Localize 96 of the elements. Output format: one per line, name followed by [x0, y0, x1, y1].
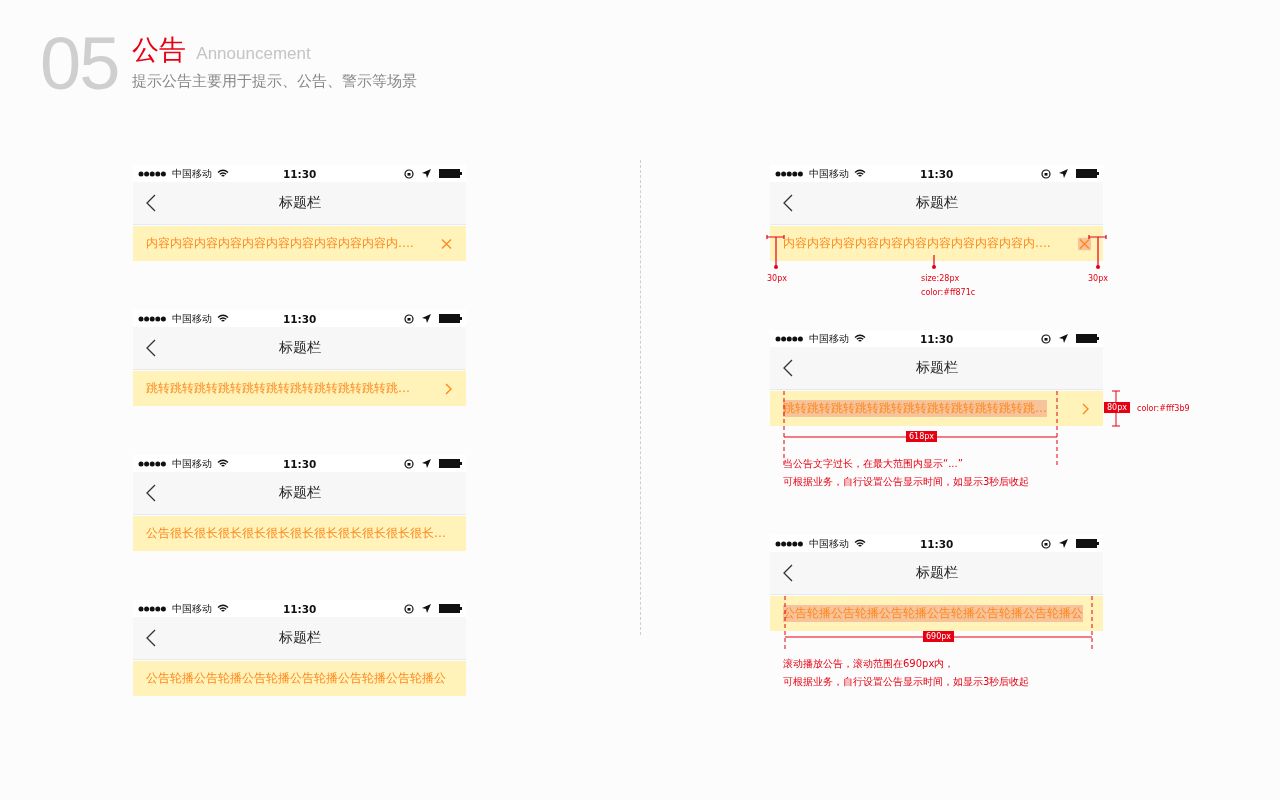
notice-text: 内容内容内容内容内容内容内容内容内容内容内.... [783, 235, 1051, 252]
section-title: 公告 [132, 34, 187, 66]
nav-title: 标题栏 [914, 194, 959, 212]
location-arrow-icon [422, 169, 431, 178]
notice-bar[interactable]: 公告轮播公告轮播公告轮播公告轮播公告轮播公告轮播公 [770, 596, 1103, 631]
notice-text: 跳转跳转跳转跳转跳转跳转跳转跳转跳转跳转跳... [783, 400, 1047, 417]
back-icon[interactable] [783, 564, 793, 582]
status-time: 11:30 [283, 312, 317, 325]
nav-title: 标题栏 [277, 194, 322, 212]
notice-text: 内容内容内容内容内容内容内容内容内容内容内.... [146, 235, 414, 252]
location-arrow-icon [1059, 539, 1068, 548]
status-time: 11:30 [920, 167, 954, 180]
wifi-icon [854, 539, 866, 548]
rotation-lock-icon [1041, 538, 1051, 549]
color-label: color:#ff871c [921, 288, 976, 297]
close-icon[interactable] [1078, 237, 1091, 250]
notice-bar[interactable]: 公告轮播公告轮播公告轮播公告轮播公告轮播公告轮播公 [133, 661, 466, 696]
spacing-label: 30px [767, 274, 787, 283]
battery-icon [439, 314, 462, 323]
width-badge: 618px [906, 431, 938, 442]
signal-icon [775, 170, 803, 177]
signal-icon [138, 460, 166, 467]
back-icon[interactable] [783, 359, 793, 377]
section-subtitle: Announcement [196, 44, 311, 64]
font-size-label: size:28px [921, 274, 960, 283]
battery-icon [1076, 539, 1099, 548]
leader-line [931, 255, 937, 270]
carrier-name: 中国移动 [172, 456, 212, 471]
nav-title: 标题栏 [914, 359, 959, 377]
status-time: 11:30 [920, 332, 954, 345]
battery-icon [1076, 334, 1099, 343]
notice-text: 跳转跳转跳转跳转跳转跳转跳转跳转跳转跳转跳... [146, 380, 410, 397]
location-arrow-icon [422, 314, 431, 323]
location-arrow-icon [1059, 169, 1068, 178]
rotation-lock-icon [404, 603, 414, 614]
carrier-name: 中国移动 [809, 166, 849, 181]
wifi-icon [217, 604, 229, 613]
wifi-icon [217, 459, 229, 468]
signal-icon [138, 170, 166, 177]
wifi-icon [854, 334, 866, 343]
notice-text: 公告很长很长很长很长很长很长很长很长很长很长很长... [146, 525, 446, 542]
wifi-icon [217, 314, 229, 323]
signal-icon [775, 335, 803, 342]
signal-icon [138, 605, 166, 612]
height-badge: 80px [1104, 402, 1130, 413]
status-time: 11:30 [283, 602, 317, 615]
wifi-icon [217, 169, 229, 178]
spacing-label: 30px [1088, 274, 1108, 283]
rotation-lock-icon [1041, 333, 1051, 344]
back-icon[interactable] [146, 194, 156, 212]
back-icon[interactable] [783, 194, 793, 212]
carrier-name: 中国移动 [809, 536, 849, 551]
carrier-name: 中国移动 [172, 311, 212, 326]
carrier-name: 中国移动 [172, 166, 212, 181]
location-arrow-icon [1059, 334, 1068, 343]
rotation-lock-icon [404, 168, 414, 179]
section-description: 提示公告主要用于提示、公告、警示等场景 [132, 72, 418, 91]
rotation-lock-icon [404, 313, 414, 324]
signal-icon [138, 315, 166, 322]
nav-title: 标题栏 [277, 629, 322, 647]
location-arrow-icon [422, 459, 431, 468]
notice-bar[interactable]: 公告很长很长很长很长很长很长很长很长很长很长很长... [133, 516, 466, 551]
spacing-marker [767, 235, 785, 270]
nav-title: 标题栏 [277, 484, 322, 502]
annotation-note: 滚动播放公告，滚动范围在690px内， [783, 657, 956, 671]
notice-bar[interactable]: 跳转跳转跳转跳转跳转跳转跳转跳转跳转跳转跳... [133, 371, 466, 406]
spacing-marker [1088, 235, 1106, 270]
battery-icon [439, 604, 462, 613]
wifi-icon [854, 169, 866, 178]
status-time: 11:30 [283, 167, 317, 180]
status-time: 11:30 [920, 537, 954, 550]
notice-text: 公告轮播公告轮播公告轮播公告轮播公告轮播公告轮播公 [146, 670, 446, 687]
status-time: 11:30 [283, 457, 317, 470]
rotation-lock-icon [404, 458, 414, 469]
notice-text: 公告轮播公告轮播公告轮播公告轮播公告轮播公告轮播公 [783, 605, 1083, 622]
notice-bar[interactable]: 内容内容内容内容内容内容内容内容内容内容内.... [133, 226, 466, 261]
battery-icon [439, 459, 462, 468]
carrier-name: 中国移动 [172, 601, 212, 616]
notice-bar[interactable]: 跳转跳转跳转跳转跳转跳转跳转跳转跳转跳转跳... [770, 391, 1103, 426]
back-icon[interactable] [146, 484, 156, 502]
nav-title: 标题栏 [277, 339, 322, 357]
annotation-note: 可根据业务，自行设置公告显示时间，如显示3秒后收起 [783, 675, 1030, 689]
location-arrow-icon [422, 604, 431, 613]
signal-icon [775, 540, 803, 547]
back-icon[interactable] [146, 629, 156, 647]
annotation-note: 可根据业务，自行设置公告显示时间，如显示3秒后收起 [783, 475, 1030, 489]
carrier-name: 中国移动 [809, 331, 849, 346]
battery-icon [439, 169, 462, 178]
back-icon[interactable] [146, 339, 156, 357]
notice-bar[interactable]: 内容内容内容内容内容内容内容内容内容内容内.... [770, 226, 1103, 261]
color-label: color:#fff3b9 [1137, 404, 1190, 413]
annotation-note: 当公告文字过长，在最大范围内显示“...” [783, 457, 964, 471]
battery-icon [1076, 169, 1099, 178]
rotation-lock-icon [1041, 168, 1051, 179]
width-badge: 690px [923, 631, 955, 642]
nav-title: 标题栏 [914, 564, 959, 582]
